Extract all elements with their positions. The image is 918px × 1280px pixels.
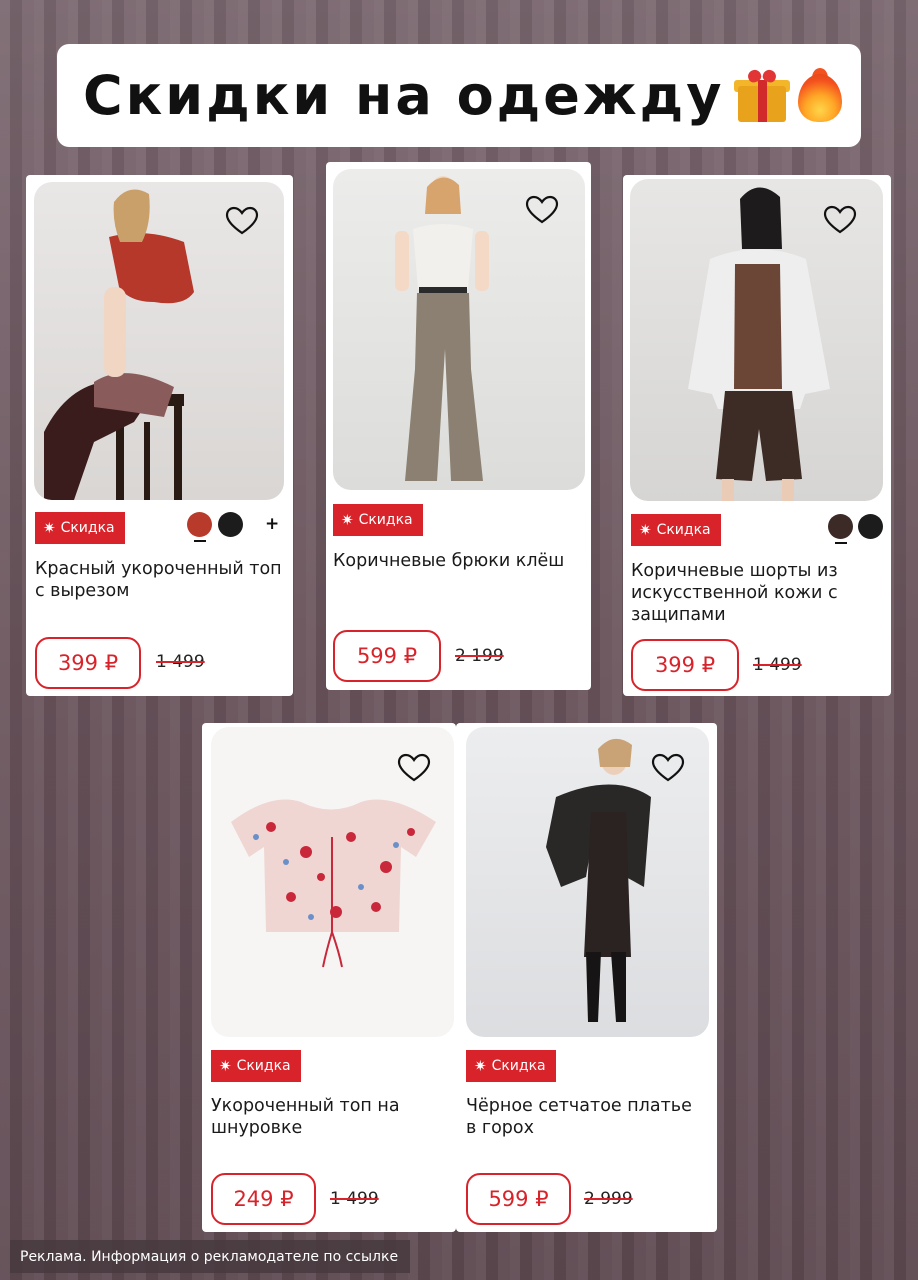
product-card[interactable]: ✷ Скидка Чёрное сетчатое платье в горох … <box>456 723 717 1232</box>
product-card[interactable]: ✷ Скидка Укороченный топ на шнуровке 249… <box>202 723 456 1232</box>
color-swatch-black[interactable] <box>218 512 243 537</box>
discount-badge: ✷ Скидка <box>631 514 721 546</box>
price-button[interactable]: 399 ₽ <box>35 637 141 689</box>
sparkle-icon: ✷ <box>43 518 56 537</box>
price-button[interactable]: 249 ₽ <box>211 1173 316 1225</box>
product-title[interactable]: Укороченный топ на шнуровке <box>211 1095 449 1139</box>
old-price: 1 499 <box>156 652 205 672</box>
sparkle-icon: ✷ <box>474 1056 487 1075</box>
favorite-heart-icon[interactable] <box>651 753 685 783</box>
discount-badge: ✷ Скидка <box>466 1050 556 1082</box>
sparkle-icon: ✷ <box>639 520 652 539</box>
favorite-heart-icon[interactable] <box>823 205 857 235</box>
product-title[interactable]: Коричневые шорты из искусственной кожи с… <box>631 560 881 626</box>
product-card[interactable]: ✷ Скидка Коричневые шорты из искусственн… <box>623 175 891 696</box>
discount-badge: ✷ Скидка <box>211 1050 301 1082</box>
favorite-heart-icon[interactable] <box>225 206 259 236</box>
old-price: 2 199 <box>455 646 504 666</box>
sparkle-icon: ✷ <box>219 1056 232 1075</box>
color-swatch-brown[interactable] <box>828 514 853 539</box>
banner-title: Скидки на одежду <box>83 64 725 127</box>
favorite-heart-icon[interactable] <box>525 195 559 225</box>
fire-icon <box>792 67 848 124</box>
price-button[interactable]: 599 ₽ <box>466 1173 571 1225</box>
price-button[interactable]: 599 ₽ <box>333 630 441 682</box>
product-card[interactable]: ✷ Скидка + Красный укороченный топ с выр… <box>26 175 293 696</box>
promo-banner: Скидки на одежду <box>57 44 861 147</box>
color-swatch-black[interactable] <box>858 514 883 539</box>
old-price: 1 499 <box>753 655 802 675</box>
more-colors-button[interactable]: + <box>265 514 279 534</box>
selected-swatch-indicator <box>835 542 847 544</box>
product-card[interactable]: ✷ Скидка Коричневые брюки клёш 599 ₽ 2 1… <box>326 162 591 690</box>
old-price: 2 999 <box>584 1189 633 1209</box>
product-title[interactable]: Коричневые брюки клёш <box>333 550 583 572</box>
favorite-heart-icon[interactable] <box>397 753 431 783</box>
product-title[interactable]: Чёрное сетчатое платье в горох <box>466 1095 706 1139</box>
ad-disclaimer-link[interactable]: Реклама. Информация о рекламодателе по с… <box>10 1240 410 1273</box>
discount-badge: ✷ Скидка <box>333 504 423 536</box>
discount-badge: ✷ Скидка <box>35 512 125 544</box>
color-swatch-red[interactable] <box>187 512 212 537</box>
old-price: 1 499 <box>330 1189 379 1209</box>
sparkle-icon: ✷ <box>341 510 354 529</box>
gift-icon <box>734 68 791 124</box>
price-button[interactable]: 399 ₽ <box>631 639 739 691</box>
product-title[interactable]: Красный укороченный топ с вырезом <box>35 558 285 602</box>
selected-swatch-indicator <box>194 540 206 542</box>
